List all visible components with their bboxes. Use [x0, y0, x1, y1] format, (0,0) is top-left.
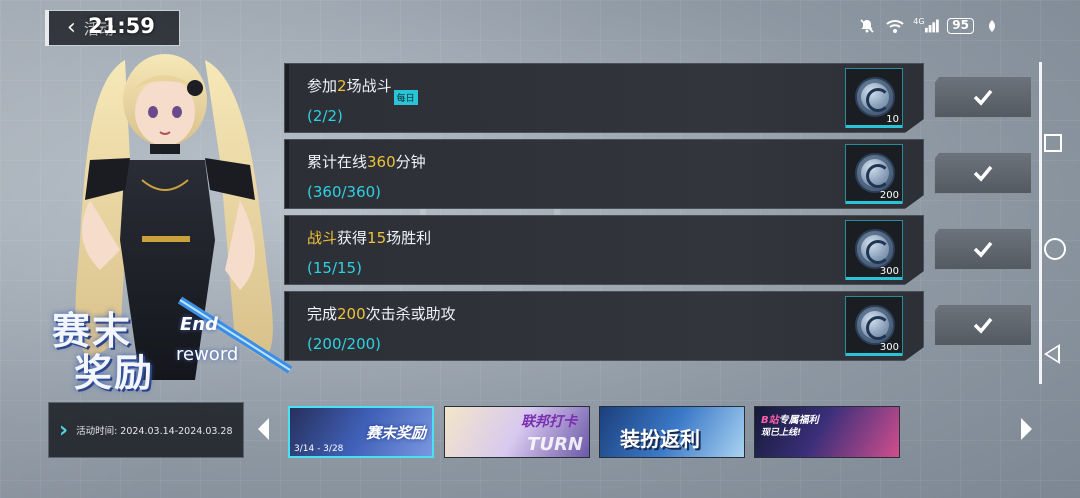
mute-bell-icon [857, 18, 877, 34]
checkmark-icon [973, 165, 993, 182]
task-name-text: 累计在线 [307, 153, 368, 171]
back-triangle-icon[interactable] [1044, 344, 1060, 364]
wifi-icon [885, 18, 905, 34]
task-row: 累计在线360分钟 (360/360) 200 [284, 139, 924, 209]
task-name-highlight: 360 [367, 153, 396, 171]
activity-time-text: 活动时间: 2024.03.14-2024.03.28 [76, 426, 233, 437]
status-bar: 4G 95 [857, 16, 1002, 34]
banner-checkin[interactable]: 联邦打卡 TURN [444, 406, 590, 458]
reward-accent-bar [846, 201, 902, 204]
checkmark-icon [973, 89, 993, 106]
task-name-text: 获得 [337, 229, 368, 247]
banner-season-reward[interactable]: 赛末奖励 3/14 - 3/28 [288, 406, 434, 458]
reward-slot[interactable]: 200 [845, 144, 903, 204]
banner-date: 3/14 - 3/28 [294, 444, 344, 454]
claim-button[interactable] [934, 76, 1032, 118]
task-name: 参加2场战斗每日 [307, 75, 418, 105]
reward-quantity: 300 [879, 342, 899, 353]
banner-label: 装扮返利 [620, 427, 700, 451]
task-row: 完成200次击杀或助攻 (200/200) 300 [284, 291, 924, 361]
task-name-text: 完成 [307, 305, 338, 323]
daily-badge: 每日 [393, 90, 418, 105]
banner-sub: 现已上线! [761, 428, 802, 438]
coin-icon [855, 229, 895, 269]
task-row: 参加2场战斗每日 (2/2) 10 [284, 63, 924, 133]
task-name-text: 场战斗 [346, 77, 392, 95]
task-name-highlight: 200 [337, 305, 366, 323]
battery-icon: 95 [947, 18, 974, 34]
reward-slot[interactable]: 10 [845, 68, 903, 128]
carousel-prev-icon[interactable] [258, 418, 269, 440]
recent-apps-icon[interactable] [1044, 134, 1062, 152]
banner-label: B站专属福利 [761, 411, 819, 426]
task-name-text: 分钟 [395, 153, 426, 171]
task-name: 完成200次击杀或助攻 [307, 303, 456, 324]
task-row: 战斗获得15场胜利 (15/15) 300 [284, 215, 924, 285]
claim-buttons [934, 76, 1034, 380]
task-progress: (200/200) [307, 335, 382, 353]
reward-slot[interactable]: 300 [845, 220, 903, 280]
banner-sub: TURN [527, 434, 583, 455]
reward-accent-bar [846, 277, 902, 280]
activity-time-box: › 活动时间: 2024.03.14-2024.03.28 [48, 402, 244, 458]
task-progress: (2/2) [307, 107, 343, 125]
event-title-line2: 奖励 [74, 350, 155, 395]
clock-time: 21:59 [88, 14, 155, 38]
nav-divider [1039, 62, 1042, 384]
carousel-next-icon[interactable] [1021, 418, 1032, 440]
reward-accent-bar [846, 125, 902, 128]
claim-button[interactable] [934, 304, 1032, 346]
signal-icon: 4G [913, 16, 939, 34]
task-name: 战斗获得15场胜利 [307, 227, 431, 248]
reward-quantity: 200 [879, 190, 899, 201]
reward-quantity: 10 [886, 114, 899, 125]
event-title-en-end: End [180, 314, 218, 335]
checkmark-icon [973, 317, 993, 334]
task-name-highlight: 2 [337, 77, 347, 95]
task-name-highlight: 15 [367, 229, 387, 247]
coin-icon [855, 153, 895, 193]
reward-slot[interactable]: 300 [845, 296, 903, 356]
reward-accent-bar [846, 353, 902, 356]
leaf-icon [982, 18, 1002, 34]
task-name: 累计在线360分钟 [307, 151, 426, 172]
task-progress: (15/15) [307, 259, 362, 277]
banner-cosmetic-rebate[interactable]: 装扮返利 [599, 406, 745, 458]
banner-label: 赛末奖励 [365, 424, 426, 442]
task-progress: (360/360) [307, 183, 382, 201]
coin-icon [855, 77, 895, 117]
task-list: 参加2场战斗每日 (2/2) 10 累计在线360分钟 (360/360) 20… [284, 63, 924, 367]
event-title-art: 赛末 奖励 End reword [30, 300, 270, 400]
task-name-highlight: 战斗 [307, 229, 338, 247]
home-icon[interactable] [1044, 238, 1066, 260]
claim-button[interactable] [934, 228, 1032, 270]
task-name-text: 场胜利 [386, 229, 432, 247]
back-arrow-icon: ‹ [67, 15, 76, 40]
reward-quantity: 300 [879, 266, 899, 277]
chevron-right-icon: › [59, 417, 69, 443]
network-type: 4G [913, 16, 925, 26]
coin-icon [855, 305, 895, 345]
banner-bilibili[interactable]: B站专属福利 现已上线! [754, 406, 900, 458]
task-name-text: 次击杀或助攻 [365, 305, 456, 323]
claim-button[interactable] [934, 152, 1032, 194]
banner-label: 联邦打卡 [521, 414, 577, 430]
checkmark-icon [973, 241, 993, 258]
event-title-en-reward: reword [176, 344, 239, 365]
task-name-text: 参加 [307, 77, 338, 95]
